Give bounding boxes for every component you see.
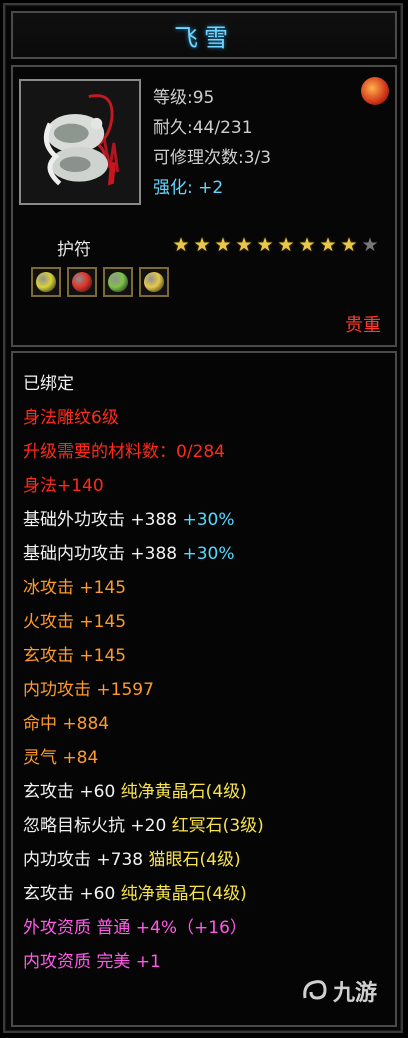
item-name: 飞雪 — [174, 23, 234, 52]
attribute-text: 玄攻击 +145 — [23, 646, 127, 666]
attribute-line: 外攻资质 普通 +4%（+16） — [23, 911, 264, 945]
attribute-text: 冰攻击 +145 — [23, 578, 127, 598]
attribute-line: 身法雕纹6级 — [23, 401, 264, 435]
attribute-text: 身法+140 — [23, 476, 104, 496]
star-filled-icon: ★ — [298, 234, 316, 256]
yellow-gem-icon — [36, 272, 56, 292]
attribute-line: 基础内功攻击 +388 +30% — [23, 537, 264, 571]
enhance-label: 强化: — [153, 178, 193, 198]
gem-slots — [31, 267, 169, 297]
attribute-line: 玄攻击 +60 纯净黄晶石(4级) — [23, 877, 264, 911]
gem-slot[interactable] — [139, 267, 169, 297]
attribute-panel: 已绑定身法雕纹6级升级需要的材料数：0/284 身法+140 基础外功攻击 +388… — [11, 351, 397, 1027]
item-tooltip: 飞雪 等级:95 耐久:44/231 可修理次数:3/3 强化: +2 护符 ★… — [3, 3, 403, 1033]
star-rating: ★ ★ ★ ★ ★ ★ ★ ★ ★ ★ — [171, 235, 380, 255]
attribute-text: 外攻资质 普通 +4%（+16） — [23, 918, 247, 938]
attribute-extra: 纯净黄晶石(4级) — [120, 782, 247, 802]
attribute-line: 玄攻击 +60 纯净黄晶石(4级) — [23, 775, 264, 809]
attribute-text: 内功攻击 +1597 — [23, 680, 154, 700]
item-quality: 贵重 — [345, 315, 381, 336]
star-filled-icon: ★ — [319, 234, 337, 256]
watermark: 九游 — [299, 975, 377, 1007]
attribute-text: 内功攻击 +738 — [23, 850, 149, 870]
gem-slot[interactable] — [67, 267, 97, 297]
attribute-text: 内攻资质 完美 +1 — [23, 952, 161, 972]
item-icon-frame[interactable] — [19, 79, 141, 205]
attribute-text: 已绑定 — [23, 374, 74, 394]
title-bar: 飞雪 — [11, 11, 397, 59]
item-durability: 耐久:44/231 — [153, 118, 253, 138]
star-filled-icon: ★ — [277, 234, 295, 256]
star-filled-icon: ★ — [172, 234, 190, 256]
attribute-extra: 猫眼石(4级) — [148, 850, 241, 870]
star-filled-icon: ★ — [214, 234, 232, 256]
attribute-text: 升级需要的材料数：0/284 — [23, 442, 225, 462]
attribute-text: 基础内功攻击 +388 — [23, 544, 183, 564]
attribute-line: 命中 +884 — [23, 707, 264, 741]
jiuyou-logo-icon — [303, 980, 327, 1000]
attribute-text: 基础外功攻击 +388 — [23, 510, 183, 530]
attribute-extra: 红冥石(3级) — [171, 816, 264, 836]
watermark-text: 九游 — [332, 981, 377, 1006]
attribute-text: 玄攻击 +60 — [23, 782, 121, 802]
attribute-extra: +30% — [182, 510, 235, 530]
attribute-line: 升级需要的材料数：0/284 — [23, 435, 264, 469]
star-empty-icon: ★ — [361, 234, 379, 256]
jade-pendant-icon — [21, 81, 139, 203]
gem-slot[interactable] — [31, 267, 61, 297]
attribute-list: 已绑定身法雕纹6级升级需要的材料数：0/284 身法+140 基础外功攻击 +388… — [23, 367, 264, 979]
green-gem-icon — [108, 272, 128, 292]
item-level: 等级:95 — [153, 88, 215, 108]
star-filled-icon: ★ — [193, 234, 211, 256]
gem-slot[interactable] — [103, 267, 133, 297]
enhance-value: +2 — [198, 178, 224, 198]
attribute-line: 玄攻击 +145 — [23, 639, 264, 673]
attribute-text: 灵气 +84 — [23, 748, 99, 768]
attribute-text: 忽略目标火抗 +20 — [23, 816, 172, 836]
attribute-line: 忽略目标火抗 +20 红冥石(3级) — [23, 809, 264, 843]
attribute-line: 内功攻击 +1597 — [23, 673, 264, 707]
attribute-text: 玄攻击 +60 — [23, 884, 121, 904]
attribute-line: 火攻击 +145 — [23, 605, 264, 639]
item-header-panel: 等级:95 耐久:44/231 可修理次数:3/3 强化: +2 护符 ★ ★ ★ ★… — [11, 65, 397, 347]
item-enhance: 强化: +2 — [153, 173, 271, 203]
attribute-text: 火攻击 +145 — [23, 612, 127, 632]
attribute-line: 灵气 +84 — [23, 741, 264, 775]
attribute-extra: +30% — [182, 544, 235, 564]
star-filled-icon: ★ — [235, 234, 253, 256]
star-filled-icon: ★ — [340, 234, 358, 256]
attribute-line: 内功攻击 +738 猫眼石(4级) — [23, 843, 264, 877]
red-gem-icon — [72, 272, 92, 292]
attribute-line: 内攻资质 完美 +1 — [23, 945, 264, 979]
attribute-text: 身法雕纹6级 — [23, 408, 119, 428]
yellow-gem-icon — [144, 272, 164, 292]
fire-emblem-icon — [361, 77, 389, 105]
attribute-line: 冰攻击 +145 — [23, 571, 264, 605]
item-repair-count: 可修理次数:3/3 — [153, 148, 272, 168]
attribute-extra: 纯净黄晶石(4级) — [120, 884, 247, 904]
star-filled-icon: ★ — [256, 234, 274, 256]
attribute-line: 身法+140 — [23, 469, 264, 503]
attribute-line: 已绑定 — [23, 367, 264, 401]
attribute-text: 命中 +884 — [23, 714, 110, 734]
item-stats: 等级:95 耐久:44/231 可修理次数:3/3 强化: +2 — [153, 83, 271, 203]
attribute-line: 基础外功攻击 +388 +30% — [23, 503, 264, 537]
item-type: 护符 — [57, 240, 91, 260]
